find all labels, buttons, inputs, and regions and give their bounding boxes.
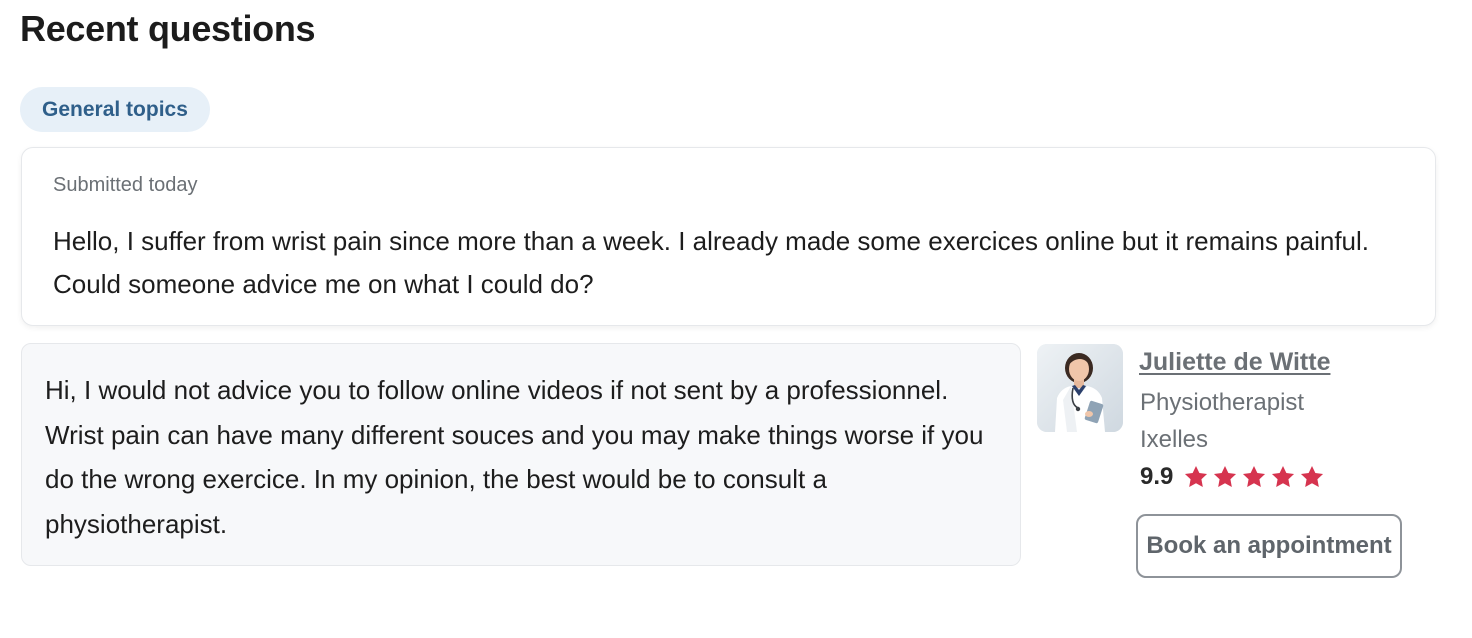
- topic-filter-chip[interactable]: General topics: [20, 87, 210, 132]
- question-card: Submitted today Hello, I suffer from wri…: [21, 147, 1436, 326]
- question-submitted-date: Submitted today: [53, 174, 198, 196]
- question-text: Hello, I suffer from wrist pain since mo…: [53, 226, 1370, 299]
- star-icon: [1214, 465, 1237, 487]
- doctor-location: Ixelles: [1140, 426, 1209, 453]
- doctor-rating: 9.9: [1140, 460, 1325, 494]
- doctor-specialty: Physiotherapist: [1140, 389, 1305, 416]
- doctor-portrait-icon: [1037, 344, 1123, 432]
- rating-score: 9.9: [1140, 463, 1174, 490]
- doctor-avatar[interactable]: [1037, 344, 1123, 432]
- book-appointment-button[interactable]: Book an appointment: [1136, 514, 1402, 578]
- star-icon: [1272, 465, 1295, 487]
- recent-questions-page: Recent questions General topics Submitte…: [0, 0, 1472, 638]
- star-icon: [1301, 465, 1324, 487]
- star-icon: [1185, 465, 1208, 487]
- doctor-name-link[interactable]: Juliette de Witte: [1139, 348, 1330, 377]
- rating-stars: [1183, 464, 1325, 490]
- topic-filter-chip-label: General topics: [42, 97, 188, 121]
- page-title: Recent questions: [20, 8, 316, 49]
- answer-card: Hi, I would not advice you to follow onl…: [21, 343, 1021, 566]
- star-icon: [1243, 465, 1266, 487]
- book-appointment-label: Book an appointment: [1146, 532, 1392, 559]
- answer-text: Hi, I would not advice you to follow onl…: [45, 375, 984, 539]
